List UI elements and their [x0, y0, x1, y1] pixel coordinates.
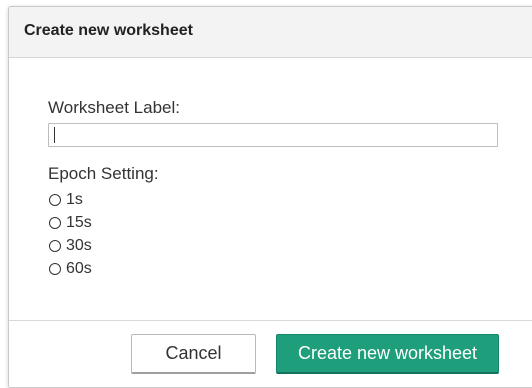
epoch-option-label: 30s	[66, 237, 92, 254]
epoch-option-label: 60s	[66, 260, 92, 277]
epoch-option-label: 15s	[66, 214, 92, 231]
radio-unchecked-icon[interactable]	[49, 240, 61, 252]
create-worksheet-button[interactable]: Create new worksheet	[276, 334, 499, 374]
dialog-title: Create new worksheet	[24, 22, 193, 39]
epoch-option-60s[interactable]: 60s	[49, 259, 92, 279]
dialog-header: Create new worksheet	[9, 7, 532, 58]
worksheet-label-heading: Worksheet Label:	[48, 98, 180, 117]
text-cursor	[54, 127, 55, 143]
cancel-button[interactable]: Cancel	[131, 334, 256, 374]
create-worksheet-dialog: Create new worksheet Worksheet Label: Ep…	[8, 6, 532, 388]
epoch-setting-heading: Epoch Setting:	[48, 164, 159, 183]
radio-unchecked-icon[interactable]	[49, 217, 61, 229]
radio-unchecked-icon[interactable]	[49, 263, 61, 275]
epoch-option-30s[interactable]: 30s	[49, 236, 92, 256]
background-app-sliver	[330, 0, 390, 4]
dialog-footer: Cancel Create new worksheet	[9, 320, 532, 387]
epoch-option-1s[interactable]: 1s	[49, 190, 83, 210]
epoch-option-label: 1s	[66, 191, 83, 208]
epoch-option-15s[interactable]: 15s	[49, 213, 92, 233]
radio-unchecked-icon[interactable]	[49, 194, 61, 206]
worksheet-label-input[interactable]	[48, 123, 498, 147]
